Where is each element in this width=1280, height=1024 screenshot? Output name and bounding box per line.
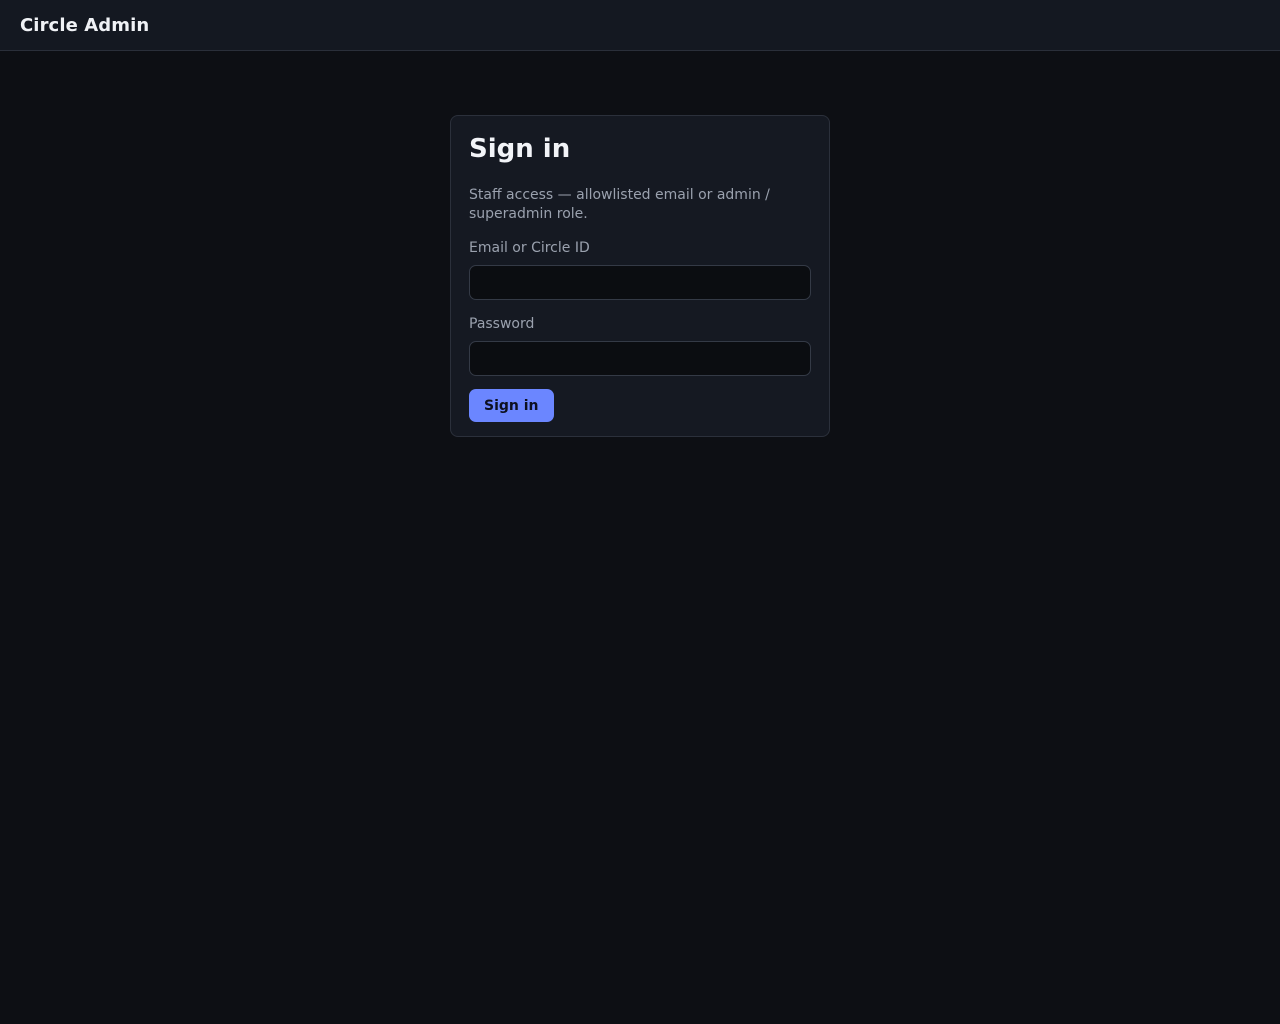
email-label: Email or Circle ID: [469, 240, 590, 256]
top-bar: Circle Admin: [0, 0, 1280, 51]
signin-title: Sign in: [469, 134, 571, 164]
email-field[interactable]: [469, 265, 811, 300]
password-field[interactable]: [469, 341, 811, 376]
signin-card: Sign in Staff access — allowlisted email…: [450, 115, 830, 437]
password-label: Password: [469, 316, 535, 332]
sign-in-button[interactable]: Sign in: [469, 389, 554, 422]
app-brand: Circle Admin: [20, 14, 150, 36]
signin-description: Staff access — allowlisted email or admi…: [469, 187, 770, 222]
